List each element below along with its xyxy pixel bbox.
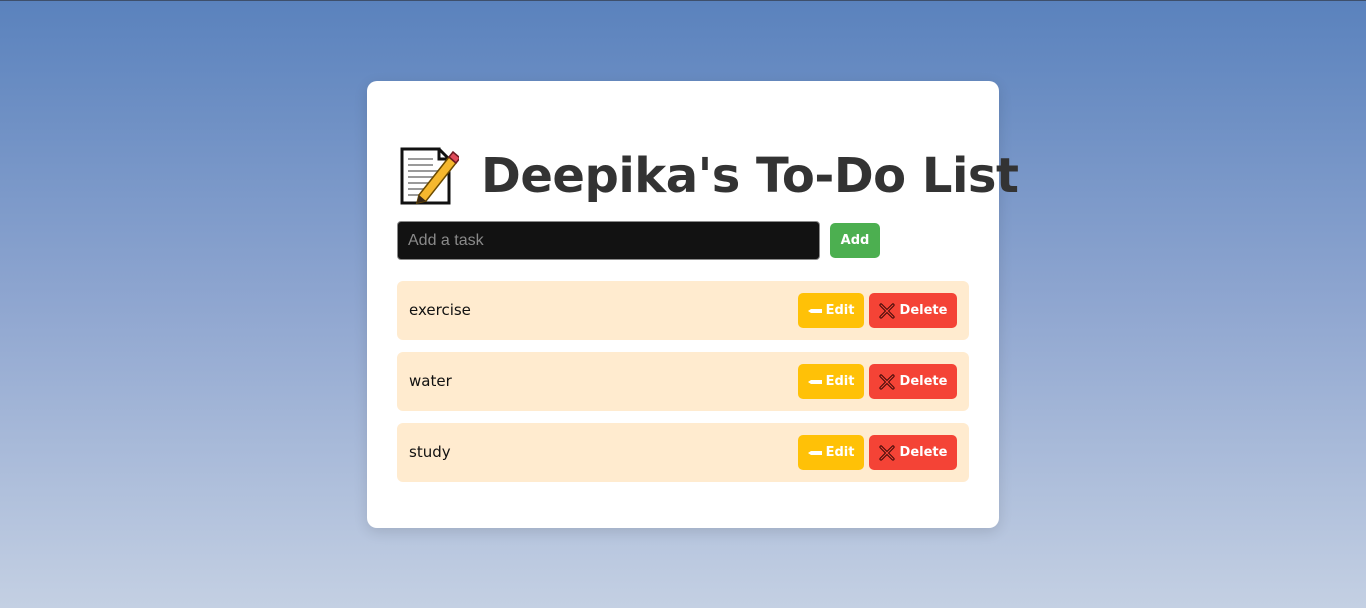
cross-mark-icon xyxy=(878,444,895,461)
task-input[interactable] xyxy=(397,221,820,260)
page-title: Deepika's To-Do List xyxy=(481,148,1019,204)
cross-mark-icon xyxy=(878,302,895,319)
pencil-icon xyxy=(807,308,822,313)
pencil-icon xyxy=(807,379,822,384)
delete-button[interactable]: Delete xyxy=(869,364,957,399)
delete-button[interactable]: Delete xyxy=(869,293,957,328)
todo-card: Deepika's To-Do List Add exercise Edit D… xyxy=(367,81,1019,528)
header: Deepika's To-Do List xyxy=(399,143,1019,209)
task-item: study Edit Delete xyxy=(397,423,969,482)
task-text: water xyxy=(409,372,452,390)
task-item: exercise Edit Delete xyxy=(397,281,969,340)
delete-label: Delete xyxy=(899,374,948,389)
task-text: study xyxy=(409,443,451,461)
memo-icon xyxy=(400,147,459,205)
edit-button[interactable]: Edit xyxy=(798,364,864,399)
pencil-icon xyxy=(807,450,822,455)
edit-label: Edit xyxy=(825,303,855,318)
delete-label: Delete xyxy=(899,445,948,460)
edit-label: Edit xyxy=(825,445,855,460)
delete-button[interactable]: Delete xyxy=(869,435,957,470)
task-text: exercise xyxy=(409,301,471,319)
edit-button[interactable]: Edit xyxy=(798,435,864,470)
task-item: water Edit Delete xyxy=(397,352,969,411)
delete-label: Delete xyxy=(899,303,948,318)
edit-label: Edit xyxy=(825,374,855,389)
add-button[interactable]: Add xyxy=(830,223,880,258)
edit-button[interactable]: Edit xyxy=(798,293,864,328)
window-top-border xyxy=(0,0,1366,1)
cross-mark-icon xyxy=(878,373,895,390)
